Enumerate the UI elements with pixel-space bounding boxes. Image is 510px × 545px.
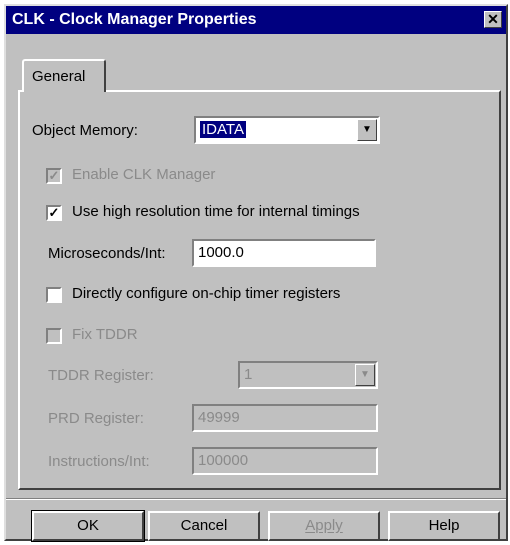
button-bar-divider xyxy=(6,498,506,500)
instructions-int-field[interactable]: 100000 xyxy=(192,447,378,475)
instructions-int-label: Instructions/Int: xyxy=(48,453,150,470)
microseconds-int-field[interactable]: 1000.0 xyxy=(192,239,376,267)
apply-button-label: Apply xyxy=(305,517,343,534)
chevron-down-icon[interactable]: ▼ xyxy=(357,119,377,141)
object-memory-label: Object Memory: xyxy=(32,122,138,139)
title-bar: CLK - Clock Manager Properties ✕ xyxy=(6,6,506,34)
directly-configure-label: Directly configure on-chip timer registe… xyxy=(72,285,341,302)
chevron-down-icon[interactable]: ▼ xyxy=(355,364,375,386)
fix-tddr-label: Fix TDDR xyxy=(72,326,138,343)
tddr-register-label: TDDR Register: xyxy=(48,367,154,384)
enable-clk-manager-label: Enable CLK Manager xyxy=(72,166,216,183)
dialog-window: CLK - Clock Manager Properties ✕ General… xyxy=(4,4,508,542)
object-memory-value: IDATA xyxy=(200,121,246,138)
apply-button[interactable]: Apply xyxy=(268,511,380,541)
use-high-res-label: Use high resolution time for internal ti… xyxy=(72,203,360,220)
prd-register-field[interactable]: 49999 xyxy=(192,404,378,432)
general-tab-panel: Object Memory: IDATA ▼ ✓ Enable CLK Mana… xyxy=(18,90,501,490)
prd-register-label: PRD Register: xyxy=(48,410,144,427)
help-button[interactable]: Help xyxy=(388,511,500,541)
object-memory-select[interactable]: IDATA ▼ xyxy=(194,116,380,144)
close-icon[interactable]: ✕ xyxy=(484,11,502,28)
tddr-register-select[interactable]: 1 ▼ xyxy=(238,361,378,389)
ok-button[interactable]: OK xyxy=(31,510,145,542)
cancel-button[interactable]: Cancel xyxy=(148,511,260,541)
microseconds-int-label: Microseconds/Int: xyxy=(48,245,166,262)
fix-tddr-checkbox[interactable] xyxy=(46,328,62,344)
use-high-res-checkbox[interactable]: ✓ xyxy=(46,205,62,221)
enable-clk-manager-checkbox[interactable]: ✓ xyxy=(46,168,62,184)
window-title: CLK - Clock Manager Properties xyxy=(12,11,257,28)
tddr-register-value: 1 xyxy=(244,366,253,383)
directly-configure-checkbox[interactable] xyxy=(46,287,62,303)
tab-general[interactable]: General xyxy=(22,59,106,92)
